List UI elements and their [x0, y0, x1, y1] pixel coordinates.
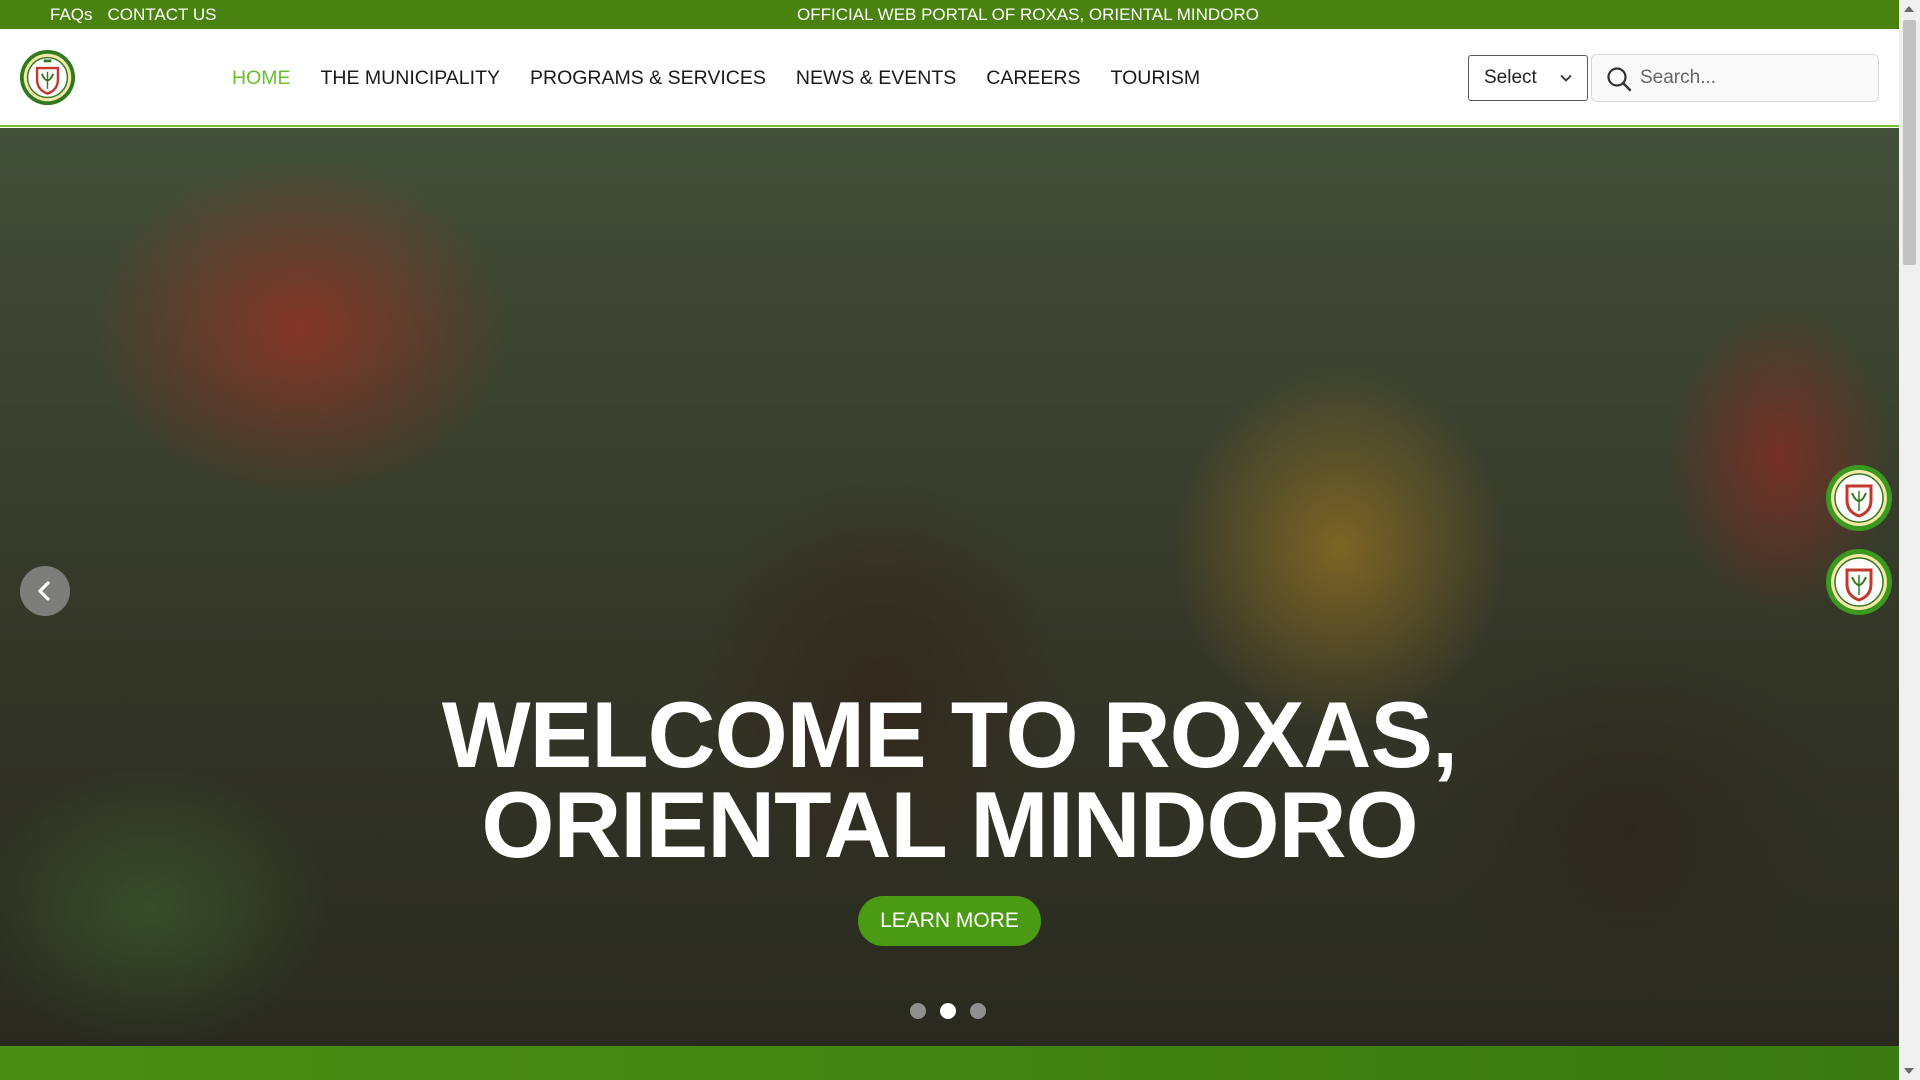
floating-seal-icon-2[interactable] — [1825, 548, 1893, 616]
slider-dot-2[interactable] — [940, 1003, 956, 1019]
hero-slider: WELCOME TO ROXAS, ORIENTAL MINDORO LEARN… — [0, 128, 1899, 1046]
slider-dot-3[interactable] — [970, 1003, 986, 1019]
slider-dot-1[interactable] — [910, 1003, 926, 1019]
chevron-down-icon — [1560, 74, 1572, 82]
learn-more-button[interactable]: LEARN MORE — [858, 896, 1041, 946]
hero-title-line-2: ORIENTAL MINDORO — [481, 772, 1418, 877]
slider-prev-button[interactable] — [20, 566, 70, 616]
top-links: FAQs CONTACT US — [50, 0, 216, 29]
chevron-left-icon — [38, 581, 50, 601]
search-box[interactable] — [1591, 54, 1879, 102]
nav-tourism[interactable]: TOURISM — [1111, 67, 1201, 90]
portal-title: OFFICIAL WEB PORTAL OF ROXAS, ORIENTAL M… — [797, 4, 1259, 24]
portal-title-wrap: OFFICIAL WEB PORTAL OF ROXAS, ORIENTAL M… — [0, 0, 1920, 29]
scroll-up-icon[interactable] — [1904, 6, 1914, 12]
nav-programs-services[interactable]: PROGRAMS & SERVICES — [530, 67, 766, 90]
language-select[interactable]: Select — [1468, 55, 1588, 101]
language-select-value: Select — [1484, 67, 1537, 88]
floating-seal-icon-1[interactable] — [1825, 464, 1893, 532]
faqs-link[interactable]: FAQs — [50, 5, 93, 25]
site-header: HOME THE MUNICIPALITY PROGRAMS & SERVICE… — [0, 29, 1899, 127]
nav-home[interactable]: HOME — [232, 67, 291, 90]
scrollbar-thumb[interactable] — [1903, 20, 1916, 265]
nav-careers[interactable]: CAREERS — [986, 67, 1080, 90]
top-bar: FAQs CONTACT US OFFICIAL WEB PORTAL OF R… — [0, 0, 1899, 29]
contact-us-link[interactable]: CONTACT US — [108, 5, 217, 25]
nav-the-municipality[interactable]: THE MUNICIPALITY — [321, 67, 501, 90]
nav-news-events[interactable]: NEWS & EVENTS — [796, 67, 956, 90]
search-icon[interactable] — [1606, 66, 1632, 92]
main-nav: HOME THE MUNICIPALITY PROGRAMS & SERVICE… — [232, 29, 1200, 127]
scroll-down-icon[interactable] — [1904, 1068, 1914, 1074]
search-input[interactable] — [1638, 61, 1866, 95]
hero-title: WELCOME TO ROXAS, ORIENTAL MINDORO — [0, 682, 1899, 877]
section-band — [0, 1046, 1899, 1080]
municipal-seal-icon[interactable] — [19, 49, 76, 106]
hero-title-line-1: WELCOME TO ROXAS, — [441, 682, 1458, 787]
slider-dots — [910, 1003, 986, 1019]
page-scrollbar[interactable] — [1899, 0, 1920, 1080]
